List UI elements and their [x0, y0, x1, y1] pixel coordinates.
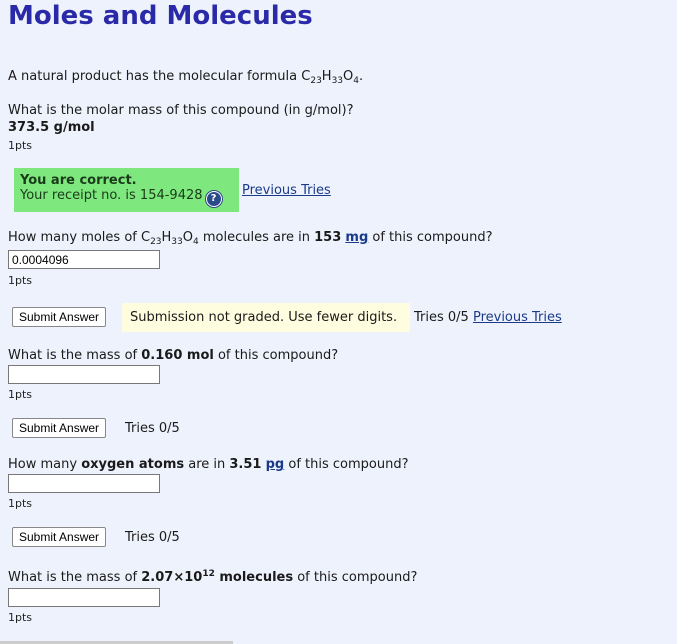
formula-c: C — [301, 69, 311, 84]
q2-suffix: of this compound? — [368, 230, 493, 245]
q1-question: What is the molar mass of this compound … — [8, 103, 354, 118]
q2-question: How many moles of C23H33O4 molecules are… — [8, 230, 493, 247]
q2-mid: molecules are in — [198, 230, 315, 245]
formula-h-count: 33 — [331, 76, 344, 86]
q3-submit-button[interactable]: Submit Answer — [12, 418, 107, 438]
formula-o: O — [343, 69, 354, 84]
q1-previous-tries-link[interactable]: Previous Tries — [242, 183, 331, 198]
q2-answer-input[interactable] — [8, 250, 160, 269]
receipt-line: Your receipt no. is 154-9428? — [20, 188, 233, 207]
q2-amount: 153 — [314, 230, 342, 245]
q4-tries: Tries 0/5 — [125, 530, 180, 545]
q3-prefix: What is the mass of — [8, 348, 142, 363]
formula-h: H — [161, 230, 172, 245]
q5-points: 1pts — [8, 611, 33, 624]
q4-amount: 3.51 — [229, 457, 262, 472]
receipt-text: Your receipt no. is 154-9428 — [20, 188, 203, 203]
q4-answer-input[interactable] — [8, 474, 160, 493]
correct-title: You are correct. — [20, 173, 137, 188]
q2-tries: Tries 0/5 — [414, 310, 469, 325]
correct-feedback-box: You are correct. Your receipt no. is 154… — [14, 168, 239, 212]
not-graded-notice: Submission not graded. Use fewer digits. — [122, 303, 410, 332]
question-circle-icon[interactable]: ? — [205, 191, 222, 207]
q4-prefix: How many — [8, 457, 82, 472]
formula-o: O — [182, 230, 193, 245]
formula-h-count: 33 — [171, 237, 183, 247]
q3-tries: Tries 0/5 — [125, 421, 180, 436]
q4-question: How many oxygen atoms are in 3.51 pg of … — [8, 457, 408, 472]
q3-question: What is the mass of 0.160 mol of this co… — [8, 348, 338, 363]
q3-answer-input[interactable] — [8, 365, 160, 384]
q2-prefix: How many moles of — [8, 230, 141, 245]
page-title: Moles and Molecules — [8, 1, 313, 31]
q4-bold: oxygen atoms — [81, 457, 185, 472]
q4-submit-button[interactable]: Submit Answer — [12, 527, 107, 547]
q5-amount-exp: 12 — [202, 569, 215, 579]
q2-points: 1pts — [8, 274, 33, 287]
q4-points: 1pts — [8, 497, 33, 510]
q3-amount: 0.160 mol — [141, 348, 214, 363]
q1-answer: 373.5 g/mol — [8, 120, 95, 135]
formula-h: H — [321, 69, 332, 84]
q3-points: 1pts — [8, 388, 33, 401]
q3-suffix: of this compound? — [213, 348, 339, 363]
q1-points: 1pts — [8, 139, 33, 152]
q5-amount-base: 2.07×10 — [141, 570, 203, 585]
formula-c-count: 23 — [150, 237, 162, 247]
q5-answer-input[interactable] — [8, 588, 160, 607]
q5-question: What is the mass of 2.07×1012 molecules … — [8, 569, 418, 586]
formula-c: C — [140, 230, 151, 245]
q5-bold: molecules — [214, 570, 294, 585]
intro-prefix: A natural product has the molecular form… — [8, 69, 302, 84]
q2-previous-tries-link[interactable]: Previous Tries — [473, 310, 562, 325]
q2-submit-button[interactable]: Submit Answer — [12, 307, 107, 327]
q2-tries-line: Tries 0/5 Previous Tries — [414, 310, 562, 325]
q5-prefix: What is the mass of — [8, 570, 142, 585]
q4-mid: are in — [184, 457, 230, 472]
intro-suffix: . — [359, 69, 364, 84]
intro-text: A natural product has the molecular form… — [8, 69, 364, 86]
q4-suffix: of this compound? — [284, 457, 409, 472]
q4-unit-link[interactable]: pg — [266, 457, 285, 472]
q5-suffix: of this compound? — [293, 570, 418, 585]
formula-c-count: 23 — [310, 76, 322, 86]
q2-unit-link[interactable]: mg — [345, 230, 368, 245]
